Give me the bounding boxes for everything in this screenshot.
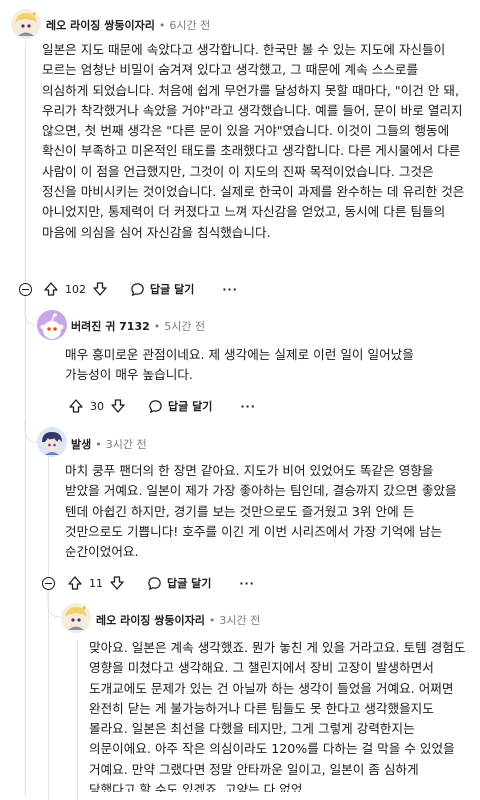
comment-header: 레오 라이징 쌍둥이자리 • 3시간 전 (96, 612, 260, 628)
avatar[interactable] (37, 310, 67, 340)
comment-header: 버려진 귀 7132 • 5시간 전 (71, 318, 205, 334)
more-options-icon[interactable]: ··· (240, 400, 256, 413)
reply-button[interactable]: 답글 달기 (130, 281, 194, 297)
comment-body: 매우 흥미로운 관점이네요. 제 생각에는 실제로 이런 일이 일어났을 가능성… (65, 347, 414, 383)
reply-label: 답글 달기 (168, 400, 213, 413)
comment-actions: 11 답글 달기 ··· (67, 573, 255, 593)
vote-count: 11 (89, 576, 103, 590)
comment-header: 레오 라이징 쌍둥이자리 • 6시간 전 (46, 17, 210, 33)
avatar[interactable] (37, 427, 67, 457)
reply-button[interactable]: 답글 달기 (148, 398, 212, 414)
separator-dot: • (95, 437, 102, 451)
reply-bubble-icon (148, 576, 161, 590)
upvote-icon[interactable] (43, 281, 59, 297)
comment-header: 발생 • 3시간 전 (71, 436, 147, 452)
more-options-icon[interactable]: ··· (239, 577, 255, 590)
comment-actions: 102 답글 달기 ··· (43, 279, 238, 299)
reply-bubble-icon (131, 282, 144, 296)
separator-dot: • (208, 613, 216, 627)
comment-body: 마치 쿵푸 팬더의 한 장면 같아요. 지도가 비어 있었어도 똑같은 영향을 … (65, 463, 457, 560)
avatar[interactable] (61, 603, 91, 633)
comment-actions: 30 답글 달기 ··· (68, 396, 256, 416)
reply-label: 답글 달기 (150, 283, 195, 296)
author-name[interactable]: 발생 (71, 436, 91, 452)
timestamp[interactable]: 3시간 전 (106, 436, 147, 452)
timestamp[interactable]: 5시간 전 (164, 318, 205, 334)
timestamp[interactable]: 3시간 전 (219, 612, 260, 628)
author-name[interactable]: 레오 라이징 쌍둥이자리 (96, 612, 205, 628)
upvote-icon[interactable] (68, 398, 84, 414)
collapse-icon[interactable] (42, 577, 55, 590)
collapse-icon[interactable] (19, 283, 32, 296)
vote-count: 102 (65, 282, 86, 296)
author-name[interactable]: 레오 라이징 쌍둥이자리 (46, 17, 155, 33)
comment-body: 맞아요. 일본은 계속 생각했죠. 뭔가 놓친 게 있을 거라고요. 토템 경험… (89, 640, 466, 792)
more-options-icon[interactable]: ··· (222, 283, 238, 296)
separator-dot: • (153, 319, 161, 333)
downvote-icon[interactable] (92, 281, 108, 297)
reply-button[interactable]: 답글 달기 (147, 575, 211, 591)
upvote-icon[interactable] (67, 575, 83, 591)
avatar[interactable] (11, 9, 41, 39)
reply-label: 답글 달기 (167, 577, 212, 590)
downvote-icon[interactable] (110, 398, 126, 414)
timestamp[interactable]: 6시간 전 (169, 17, 210, 33)
separator-dot: • (158, 18, 166, 32)
downvote-icon[interactable] (109, 575, 125, 591)
vote-count: 30 (90, 399, 104, 413)
comment-body: 일본은 지도 때문에 속았다고 생각합니다. 한국만 볼 수 있는 지도에 자신… (42, 42, 465, 240)
author-name[interactable]: 버려진 귀 7132 (71, 318, 150, 334)
reply-bubble-icon (149, 399, 162, 413)
